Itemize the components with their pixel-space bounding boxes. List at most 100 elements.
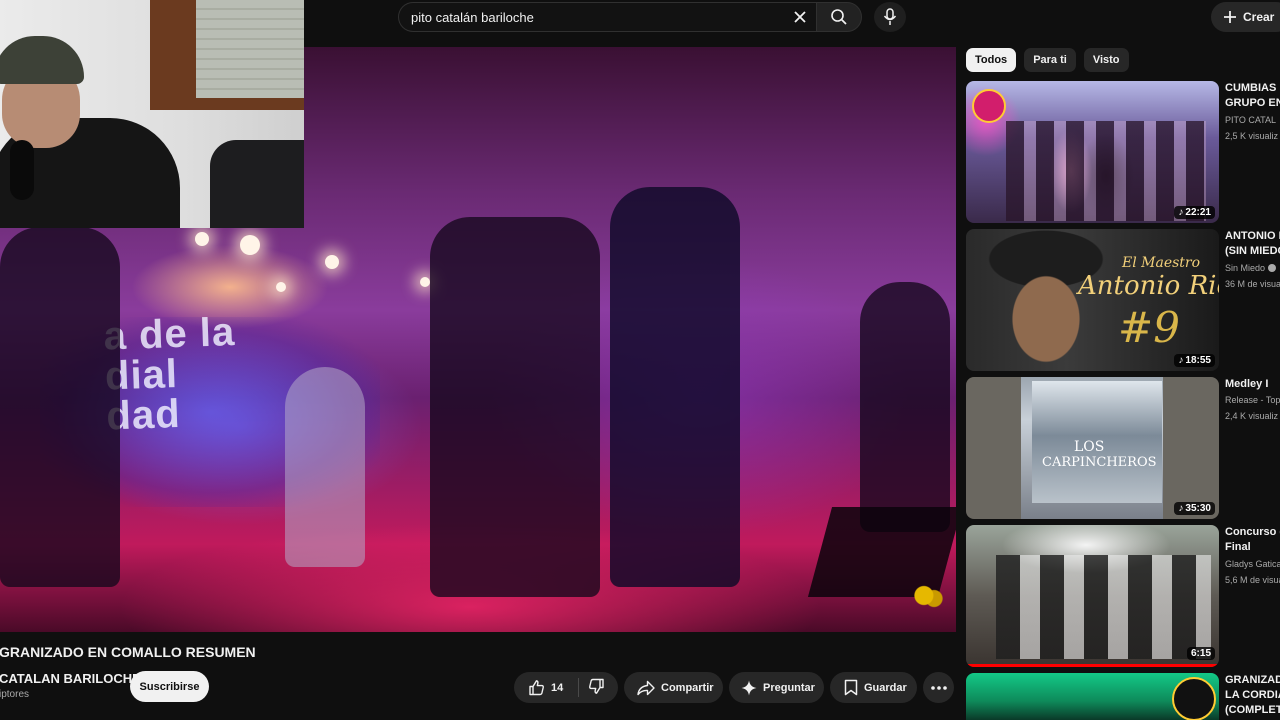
musician-bass [610, 187, 740, 587]
thumbnail-text-los: LOS [1074, 439, 1105, 455]
recommendation-thumbnail[interactable]: El Maestro Antonio Rios #9 ♪18:55 [966, 229, 1219, 371]
duration-text: 6:15 [1190, 648, 1211, 659]
search-input[interactable]: pito catalán bariloche [398, 2, 816, 32]
music-note-icon: ♪ [1178, 503, 1184, 514]
musician-right [860, 282, 950, 532]
voice-search-button[interactable] [874, 2, 906, 32]
close-icon [794, 11, 806, 23]
recommendation-item[interactable]: El Maestro Antonio Rios #9 ♪18:55 ANTONI… [966, 229, 1280, 371]
musician-guitar-left [0, 227, 120, 587]
recommendation-views: 2,5 K visualiz [1225, 131, 1279, 141]
title-line: ANTONIO R [1225, 230, 1280, 242]
thumbnail-performers [996, 555, 1211, 659]
stage-light [420, 277, 430, 287]
channel-name[interactable]: CATALAN BARILOCHE [0, 671, 141, 686]
share-label: Compartir [661, 681, 714, 694]
video-title: GRANIZADO EN COMALLO RESUMEN [0, 644, 256, 660]
more-horizontal-icon [930, 685, 947, 690]
filter-chips: Todos Para ti Visto [966, 48, 1129, 72]
verified-icon [1268, 264, 1277, 272]
recommendation-thumbnail[interactable] [966, 673, 1219, 720]
share-icon [637, 680, 655, 695]
duration-badge: ♪ 22:21 [1174, 206, 1215, 219]
title-line: GRUPO EN [1225, 97, 1280, 109]
duration-text: 18:55 [1185, 355, 1211, 366]
like-icon[interactable] [528, 679, 545, 696]
subscribe-button[interactable]: Suscribirse [130, 671, 209, 702]
watch-progress-bar [966, 664, 1219, 667]
title-line: GRANIZAD [1225, 674, 1280, 686]
recommendation-title[interactable]: Concurso d Final [1225, 525, 1280, 555]
stage-light [195, 232, 209, 246]
like-divider [578, 678, 579, 697]
recommendation-channel[interactable]: Release - Top [1225, 395, 1280, 405]
save-button[interactable]: Guardar [830, 672, 917, 703]
channel-text: Sin Miedo [1225, 263, 1266, 273]
recommendation-thumbnail[interactable]: ♪ 22:21 [966, 81, 1219, 223]
thumbnail-logo-icon [972, 89, 1006, 123]
title-line: (SIN MIEDO [1225, 245, 1280, 257]
webcam-window-glass [196, 0, 304, 98]
recommendation-channel[interactable]: PITO CATAL [1225, 115, 1280, 125]
recommendation-thumbnail[interactable]: LOS CARPINCHEROS ♪ 35:30 [966, 377, 1219, 519]
duration-badge: ♪ 18:55 [1174, 354, 1215, 367]
search-icon [831, 9, 847, 25]
recommendation-title[interactable]: CUMBIAS E GRUPO EN [1225, 81, 1280, 111]
recommendation-item[interactable]: LOS CARPINCHEROS ♪ 35:30 Medley I Release… [966, 377, 1280, 519]
share-button[interactable]: Compartir [624, 672, 723, 703]
webcam-chair [210, 140, 304, 228]
duration-badge: 6:15 [1186, 647, 1215, 660]
thumbnail-text-artist: Antonio Rios [1078, 271, 1219, 301]
recommendation-views: 36 M de visua [1225, 279, 1280, 289]
recommendation-title[interactable]: ANTONIO R (SIN MIEDO [1225, 229, 1280, 259]
create-label: Crear [1243, 10, 1275, 24]
title-line: CUMBIAS E [1225, 82, 1280, 94]
musician-bending [430, 217, 600, 597]
clear-search-button[interactable] [790, 7, 810, 27]
stage-light [240, 235, 260, 255]
title-line: LA CORDIA [1225, 689, 1280, 701]
webcam-microphone [10, 140, 34, 200]
thumbnail-logo-icon [1172, 677, 1216, 720]
chip-todos[interactable]: Todos [966, 48, 1017, 72]
recommendation-views: 5,6 M de visua [1225, 575, 1280, 585]
thumbnail-text-band: CARPINCHEROS [1042, 455, 1157, 470]
bookmark-icon [844, 679, 858, 696]
plus-icon [1224, 11, 1236, 23]
create-button[interactable]: Crear [1211, 2, 1280, 32]
recommendation-channel[interactable]: Gladys Gatica [1225, 559, 1280, 569]
stage-light [276, 282, 286, 292]
title-line: Final [1225, 541, 1251, 553]
recommendation-channel[interactable]: Sin Miedo [1225, 263, 1280, 273]
duration-badge: ♪ 35:30 [1174, 502, 1215, 515]
search-button[interactable] [816, 2, 862, 32]
stage-light [325, 255, 339, 269]
ask-label: Preguntar [763, 681, 815, 694]
recommendation-views: 2,4 K visualiz [1225, 411, 1279, 421]
recommendation-item[interactable]: ♪22:21 CUMBIAS E GRUPO EN PITO CATAL 2,5… [966, 81, 1280, 223]
chip-para-ti[interactable]: Para ti [1024, 48, 1076, 72]
music-note-icon: ♪ [1178, 207, 1184, 218]
ask-button[interactable]: Preguntar [729, 672, 824, 703]
recommendation-title[interactable]: Medley I [1225, 377, 1280, 392]
thumbnail-text-number: #9 [1118, 303, 1180, 352]
channel-subscriber-count: iptores [0, 689, 30, 700]
recommendation-item[interactable]: 6:15 Concurso d Final Gladys Gatica 5,6 … [966, 525, 1280, 667]
recommendation-item[interactable]: GRANIZAD LA CORDIA (COMPLET [966, 673, 1280, 720]
microphone-icon [883, 8, 897, 25]
webcam-overlay [0, 0, 304, 228]
thumbnail-text-maestro: El Maestro [1122, 255, 1201, 271]
chip-visto[interactable]: Visto [1083, 48, 1129, 72]
title-line: (COMPLET [1225, 704, 1280, 716]
like-count[interactable]: 14 [551, 682, 563, 694]
recommendation-title[interactable]: GRANIZAD LA CORDIA (COMPLET [1225, 673, 1280, 718]
musician-drummer [285, 367, 365, 567]
dislike-icon[interactable] [588, 678, 605, 695]
duration-text: 35:30 [1185, 503, 1211, 514]
channel-watermark-icon [912, 582, 946, 612]
title-line: Medley I [1225, 378, 1269, 390]
recommendation-thumbnail[interactable]: 6:15 [966, 525, 1219, 667]
more-actions-button[interactable] [923, 672, 954, 703]
search-query: pito catalán bariloche [411, 9, 534, 25]
music-note-icon: ♪ [1178, 355, 1184, 366]
